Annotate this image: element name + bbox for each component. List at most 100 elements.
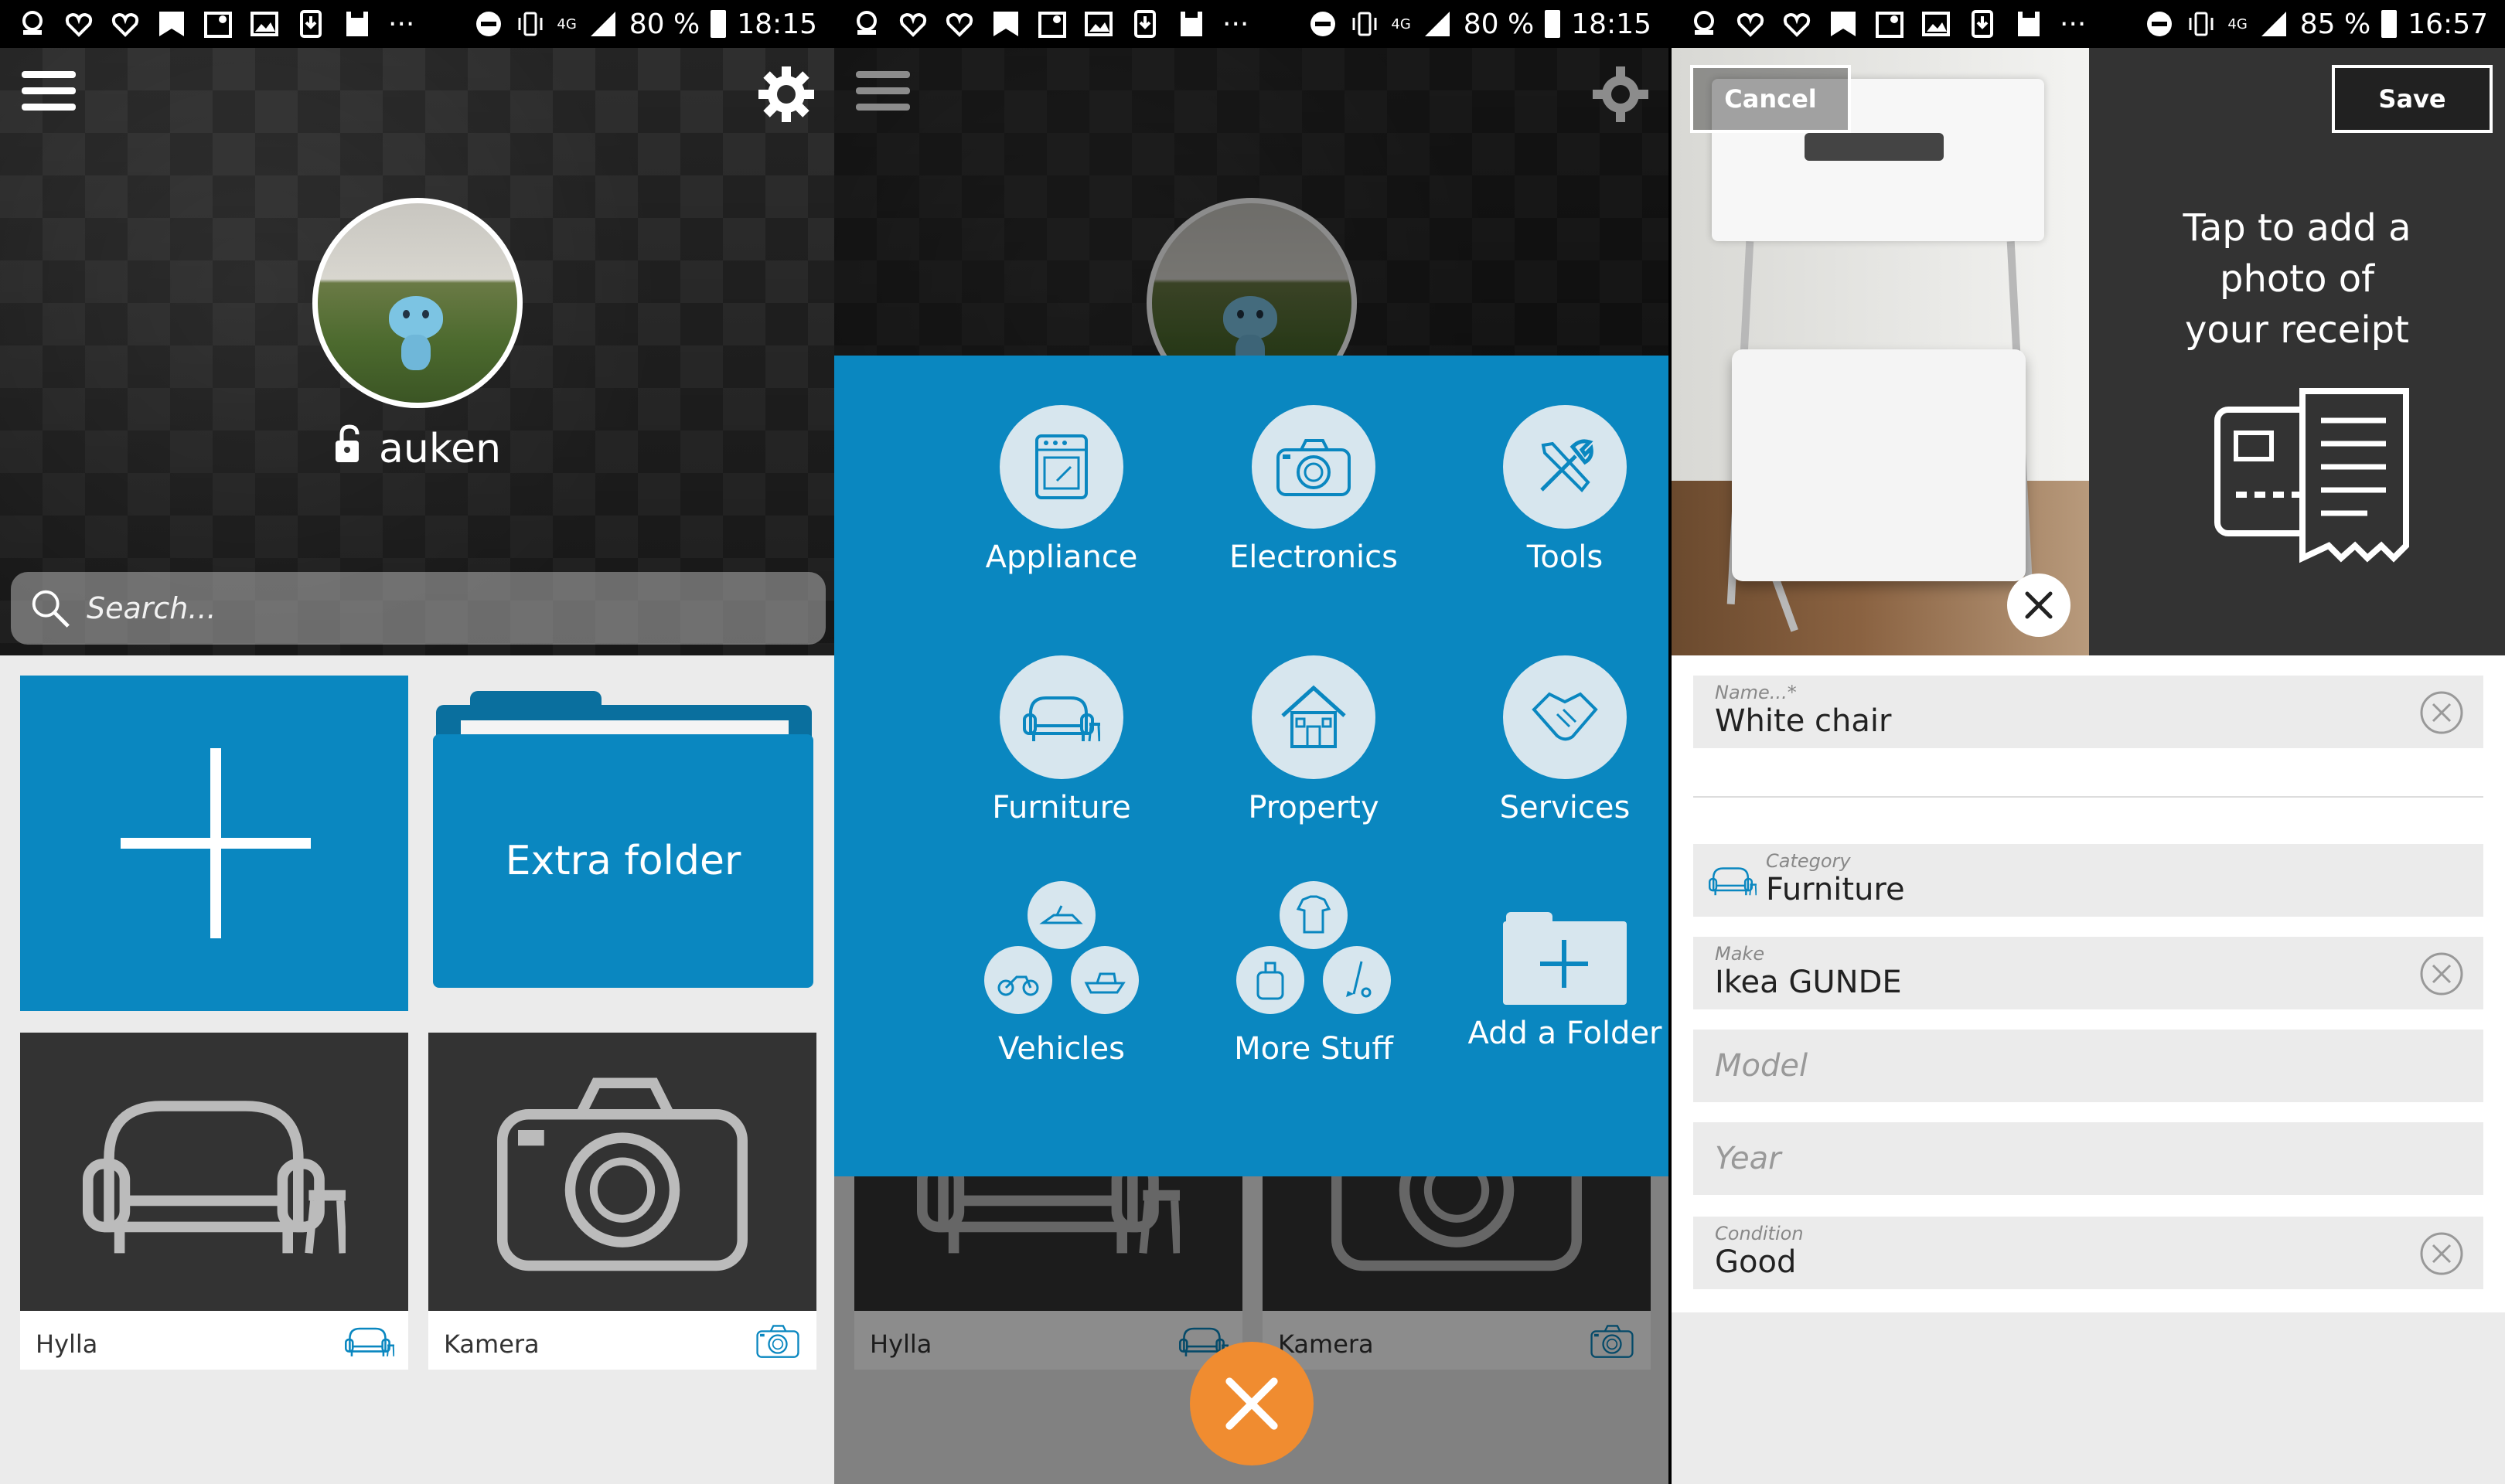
network-type: 4G xyxy=(2227,15,2248,32)
sofa-icon xyxy=(345,1323,394,1359)
motorcycle-icon xyxy=(997,975,1039,996)
item-card[interactable]: Hylla xyxy=(20,1033,408,1370)
item-card[interactable]: Kamera xyxy=(428,1033,816,1370)
divider xyxy=(1693,796,2483,798)
sofa-icon xyxy=(1023,679,1100,756)
maps-icon xyxy=(203,9,233,39)
signal-icon xyxy=(1422,9,1453,39)
image-icon xyxy=(1083,9,1114,39)
clear-icon[interactable] xyxy=(2418,689,2465,736)
remove-photo-button[interactable] xyxy=(2007,574,2070,637)
gear-icon[interactable] xyxy=(755,63,817,125)
maps-icon xyxy=(1874,9,1905,39)
add-item-button[interactable] xyxy=(20,676,408,1011)
app-notification-icon xyxy=(1689,9,1719,39)
field-value: White chair xyxy=(1715,703,1892,739)
year-field[interactable]: Year xyxy=(1693,1122,2483,1195)
category-label: More Stuff xyxy=(1234,1031,1393,1067)
category-property[interactable]: Property xyxy=(1198,606,1430,838)
app-notification-icon xyxy=(851,9,882,39)
edit-item-screen: ··· 4G 85 % 16:57 Tap to add a photo of … xyxy=(1672,0,2505,1484)
add-receipt-area[interactable]: Tap to add a photo of your receipt xyxy=(2089,48,2505,655)
unlock-icon[interactable] xyxy=(332,424,366,474)
do-not-disturb-icon xyxy=(1307,9,1338,39)
boat-icon xyxy=(1084,972,1126,994)
field-label: Name...* xyxy=(1715,682,1797,703)
category-vehicles[interactable]: Vehicles xyxy=(946,858,1178,1090)
app-notification-icon xyxy=(17,9,48,39)
heart-icon xyxy=(110,9,141,39)
user-header: auken xyxy=(332,424,501,474)
item-name: Kamera xyxy=(444,1329,540,1359)
battery-icon xyxy=(1545,10,1561,38)
heart-icon xyxy=(1781,9,1812,39)
overflow-dots: ··· xyxy=(388,8,415,40)
search-icon xyxy=(32,590,70,628)
field-placeholder: Model xyxy=(1715,1048,1808,1084)
close-icon xyxy=(1215,1367,1289,1441)
item-name: Hylla xyxy=(36,1329,98,1359)
category-furniture[interactable]: Furniture xyxy=(946,606,1178,838)
username: auken xyxy=(379,425,502,472)
status-bar: ··· 4G 80 % 18:15 xyxy=(0,0,834,48)
field-label: Condition xyxy=(1715,1223,1804,1244)
field-value: Good xyxy=(1715,1244,1797,1280)
condition-field[interactable]: Condition Good xyxy=(1693,1217,2483,1289)
heart-icon xyxy=(944,9,975,39)
field-label: Make xyxy=(1715,943,1765,965)
receipt-prompt-line: photo of xyxy=(2220,257,2374,301)
category-label: Electronics xyxy=(1229,539,1398,575)
battery-icon xyxy=(711,10,727,38)
category-label: Tools xyxy=(1526,539,1604,575)
avatar[interactable] xyxy=(312,198,523,408)
clock: 18:15 xyxy=(737,8,817,40)
sofa-icon xyxy=(1709,863,1757,898)
close-menu-button[interactable] xyxy=(1190,1342,1314,1465)
search-input[interactable] xyxy=(87,591,725,625)
home-screen: ··· 4G 80 % 18:15 auken Search... Extra … xyxy=(0,0,834,1484)
cancel-button[interactable]: Cancel xyxy=(1690,65,1851,133)
clear-icon[interactable] xyxy=(2418,951,2465,997)
menu-icon[interactable] xyxy=(22,71,76,117)
vibrate-icon xyxy=(1349,9,1380,39)
oven-icon xyxy=(1035,434,1088,499)
battery-percent: 85 % xyxy=(2299,8,2371,40)
heart-icon xyxy=(63,9,94,39)
category-appliance[interactable]: Appliance xyxy=(946,356,1178,587)
image-icon xyxy=(1920,9,1951,39)
category-add-folder[interactable]: Add a Folder xyxy=(1449,858,1668,1090)
clear-icon[interactable] xyxy=(2418,1230,2465,1277)
category-label: Add a Folder xyxy=(1467,1016,1662,1051)
folder-extra[interactable]: Extra folder xyxy=(430,691,816,996)
make-field[interactable]: Make Ikea GUNDE xyxy=(1693,937,2483,1009)
category-label: Property xyxy=(1248,790,1379,825)
clock: 16:57 xyxy=(2408,8,2488,40)
handshake-icon xyxy=(1532,692,1598,741)
vibrate-icon xyxy=(515,9,546,39)
camera-icon xyxy=(491,1067,754,1276)
name-field[interactable]: Name...* White chair xyxy=(1693,676,2483,748)
item-thumbnail xyxy=(20,1033,408,1311)
add-folder-icon xyxy=(1503,912,1627,1005)
category-electronics[interactable]: Electronics xyxy=(1198,356,1430,587)
item-photo[interactable] xyxy=(1672,48,2089,655)
house-icon xyxy=(1281,685,1346,748)
item-thumbnail xyxy=(428,1033,816,1311)
search-bar[interactable] xyxy=(11,572,826,645)
field-value: Furniture xyxy=(1766,872,1905,907)
category-services[interactable]: Services xyxy=(1449,606,1668,838)
category-tools[interactable]: Tools xyxy=(1449,356,1668,587)
golf-icon xyxy=(1346,961,1372,998)
image-icon xyxy=(249,9,280,39)
category-more-stuff[interactable]: More Stuff xyxy=(1198,858,1430,1090)
category-label: Vehicles xyxy=(998,1031,1125,1067)
model-field[interactable]: Model xyxy=(1693,1030,2483,1102)
vehicles-icon xyxy=(984,881,1139,1020)
category-field[interactable]: Category Furniture xyxy=(1693,844,2483,917)
category-label: Services xyxy=(1499,790,1631,825)
camera-icon xyxy=(1275,428,1352,505)
heart-icon xyxy=(898,9,929,39)
battery-percent: 80 % xyxy=(1463,8,1535,40)
save-button[interactable]: Save xyxy=(2332,65,2493,133)
clock: 18:15 xyxy=(1571,8,1651,40)
